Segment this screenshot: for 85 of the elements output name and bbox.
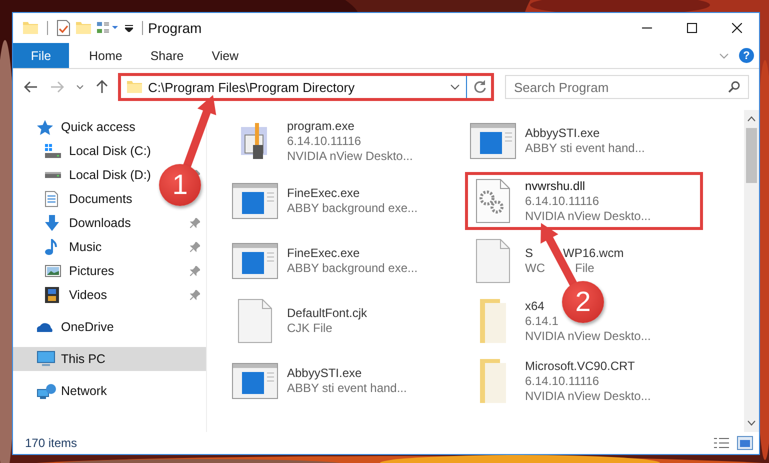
document-icon	[45, 191, 58, 207]
file-detail: 6.14.1	[525, 314, 558, 328]
file-name: DefaultFont.cjk	[287, 306, 368, 321]
drive-icon	[45, 172, 61, 178]
file-name: AbbyySTI.exe	[525, 126, 600, 141]
window-title: Program	[148, 20, 203, 36]
item-count: 170 items	[25, 436, 78, 450]
scroll-down-icon[interactable]	[747, 420, 756, 426]
network-icon	[37, 384, 56, 398]
file-detail: WC	[525, 261, 545, 276]
address-path: C:\Program Files\Program Directory	[148, 80, 356, 94]
file-name: WP16.wcm	[563, 246, 624, 261]
file-menu-tab[interactable]: File	[13, 43, 69, 68]
search-icon	[728, 81, 740, 93]
file-name: x64	[525, 298, 544, 314]
monitor-icon	[37, 351, 55, 367]
help-button[interactable]: ?	[739, 48, 754, 63]
sidebar-item[interactable]: Music	[13, 235, 106, 259]
file-detail: File	[575, 261, 594, 276]
file-name: program.exe	[287, 118, 354, 134]
file-name: S	[525, 246, 534, 261]
blank-file-icon	[476, 239, 510, 283]
film-icon	[45, 287, 59, 303]
folder-icon	[127, 81, 142, 93]
file-detail: NVIDIA nView Deskto...	[525, 388, 651, 404]
maximize-icon	[686, 23, 696, 33]
address-bar[interactable]: C:\Program Files\Program Directory	[118, 73, 494, 101]
layout-dropdown-icon[interactable]	[97, 22, 119, 34]
picture-icon	[45, 265, 61, 277]
recent-locations-caret-icon[interactable]	[76, 84, 84, 90]
scroll-up-icon[interactable]	[747, 116, 756, 122]
search-field[interactable]: Search Program	[505, 75, 749, 99]
sidebar-item[interactable]: Quick access	[13, 115, 140, 139]
file-detail: ABBY sti event hand...	[525, 141, 645, 156]
tiles-view-icon[interactable]	[737, 436, 753, 450]
sidebar-item[interactable]: Network	[13, 379, 111, 403]
back-arrow-icon[interactable]	[24, 81, 38, 93]
ribbon-tab[interactable]: View	[198, 43, 253, 68]
drive-icon	[45, 144, 61, 158]
sidebar-item[interactable]: OneDrive	[13, 315, 118, 339]
up-arrow-icon[interactable]	[96, 80, 108, 94]
app-window-icon	[470, 123, 516, 159]
download-arrow-icon	[45, 215, 59, 231]
blank-file-icon	[238, 299, 272, 343]
ribbon-tab[interactable]: Home	[75, 43, 136, 68]
file-name: Microsoft.VC90.CRT	[525, 358, 635, 374]
checklist-icon[interactable]	[57, 20, 70, 36]
refresh-icon[interactable]	[473, 80, 487, 94]
scroll-thumb[interactable]	[746, 128, 757, 183]
folder-icon	[480, 359, 506, 403]
dropdown-caret-icon	[450, 84, 460, 90]
sidebar-item[interactable]: Pictures	[13, 259, 118, 283]
sidebar-item[interactable]: Videos	[13, 283, 111, 307]
file-detail: 6.14.10.11116	[287, 134, 362, 148]
app-window-icon	[232, 363, 278, 399]
folder-icon	[480, 299, 506, 343]
app-window-icon	[232, 183, 278, 219]
customize-caret-icon[interactable]	[125, 24, 133, 32]
app-window-icon	[232, 243, 278, 279]
file-name: nvwrshu.dll	[525, 178, 586, 194]
file-detail: 6.14.10.11116	[525, 194, 600, 208]
star-icon	[37, 120, 53, 134]
cloud-icon	[37, 322, 54, 332]
expand-chevron-icon[interactable]	[719, 52, 729, 58]
file-detail: ABBY sti event hand...	[287, 381, 407, 396]
file-detail: NVIDIA nView Deskto...	[525, 328, 651, 344]
file-detail: NVIDIA nView Deskto...	[287, 148, 413, 164]
file-detail: 6.14.10.11116	[525, 374, 600, 388]
file-detail: CJK File	[287, 321, 332, 336]
sidebar-item[interactable]: Downloads	[13, 211, 135, 235]
file-detail: NVIDIA nView Deskto...	[525, 208, 651, 224]
file-detail: ABBY background exe...	[287, 201, 418, 216]
file-name: FineExec.exe	[287, 186, 360, 201]
sidebar-item[interactable]: Documents	[13, 187, 136, 211]
sidebar-item[interactable]: Local Disk (D:)	[13, 163, 155, 187]
file-name: AbbyySTI.exe	[287, 366, 362, 381]
music-note-icon	[45, 239, 57, 255]
ribbon-tab[interactable]: Share	[136, 43, 198, 68]
details-view-icon[interactable]	[714, 438, 729, 448]
sidebar-item[interactable]: Local Disk (C:)	[13, 139, 155, 163]
file-name: FineExec.exe	[287, 246, 360, 261]
close-icon	[732, 23, 742, 33]
gears-file-icon	[476, 179, 510, 223]
file-detail: ABBY background exe...	[287, 261, 418, 276]
sidebar-item[interactable]: This PC	[13, 347, 206, 371]
